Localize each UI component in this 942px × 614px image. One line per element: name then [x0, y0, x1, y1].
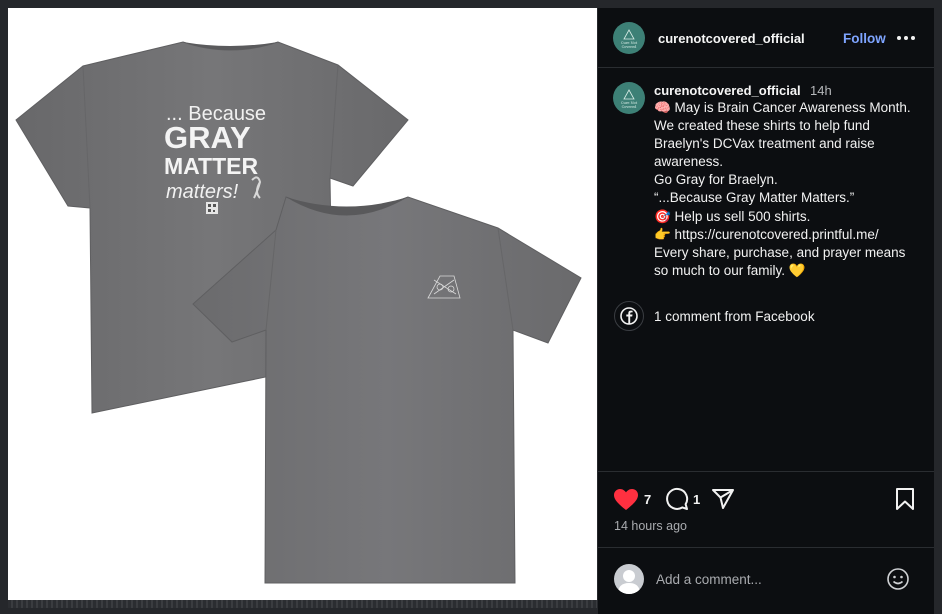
caption-line: Braelyn's DCVax treatment and raise — [654, 136, 875, 152]
tshirt-photo: ... Because GRAY MATTER matters! — [15, 41, 582, 584]
comment-input[interactable] — [656, 568, 866, 590]
follow-button[interactable]: Follow — [843, 31, 886, 46]
user-icon — [618, 570, 640, 594]
comment-icon[interactable] — [665, 487, 689, 511]
logo-icon — [623, 89, 635, 100]
caption-avatar[interactable]: Cure Not Covered — [613, 82, 645, 114]
caption-line: 🎯 Help us sell 500 shirts. — [654, 208, 811, 224]
logo-icon — [623, 29, 635, 40]
caption-username[interactable]: curenotcovered_official — [654, 83, 801, 98]
avatar-text: Cure Not Covered — [620, 41, 638, 49]
caption-line: Every share, purchase, and prayer means — [654, 244, 906, 260]
share-icon[interactable] — [711, 487, 735, 511]
facebook-comments-label: 1 comment from Facebook — [654, 308, 815, 324]
qr-code — [206, 202, 218, 214]
caption-line: Go Gray for Braelyn. — [654, 172, 778, 188]
comment-divider — [598, 547, 934, 548]
header-username[interactable]: curenotcovered_official — [658, 31, 805, 46]
caption-time[interactable]: 14h — [810, 83, 832, 98]
caption-line: “...Because Gray Matter Matters.” — [654, 190, 855, 206]
post-sidebar: Cure Not Covered curenotcovered_official… — [598, 8, 934, 614]
post-modal: ... Because GRAY MATTER matters! Cure No… — [0, 0, 942, 614]
comment-count[interactable]: 1 — [693, 492, 700, 507]
facebook-icon — [614, 301, 644, 331]
heart-icon[interactable] — [613, 488, 639, 512]
emoji-icon[interactable] — [886, 567, 910, 591]
caption-link-line[interactable]: 👉 https://curenotcovered.printful.me/ — [654, 226, 924, 244]
more-icon[interactable] — [896, 30, 916, 46]
print-line-3: MATTER — [164, 153, 259, 179]
caption-line: so much to our family. 💛 — [654, 262, 806, 278]
caption-line: awareness. — [654, 154, 724, 170]
like-count[interactable]: 7 — [644, 492, 651, 507]
post-image[interactable]: ... Because GRAY MATTER matters! — [8, 8, 597, 608]
header-avatar[interactable]: Cure Not Covered — [613, 22, 645, 54]
actions-divider — [598, 471, 934, 472]
caption-text: 🧠 May is Brain Cancer Awareness Month. W… — [654, 99, 924, 280]
caption-line: We created these shirts to help fund — [654, 118, 870, 134]
bookmark-icon[interactable] — [895, 487, 915, 511]
avatar-text: Cure Not Covered — [620, 101, 638, 109]
post-timestamp[interactable]: 14 hours ago — [614, 519, 687, 533]
header-divider — [598, 67, 934, 68]
caption-line: 🧠 May is Brain Cancer Awareness Month. — [654, 100, 911, 115]
print-line-4: matters! — [166, 181, 239, 203]
user-avatar — [614, 564, 644, 594]
image-scroll-strip — [8, 600, 597, 608]
facebook-comments-link[interactable]: 1 comment from Facebook — [614, 301, 815, 331]
print-line-2: GRAY — [164, 120, 251, 155]
shirt-front — [192, 196, 582, 584]
